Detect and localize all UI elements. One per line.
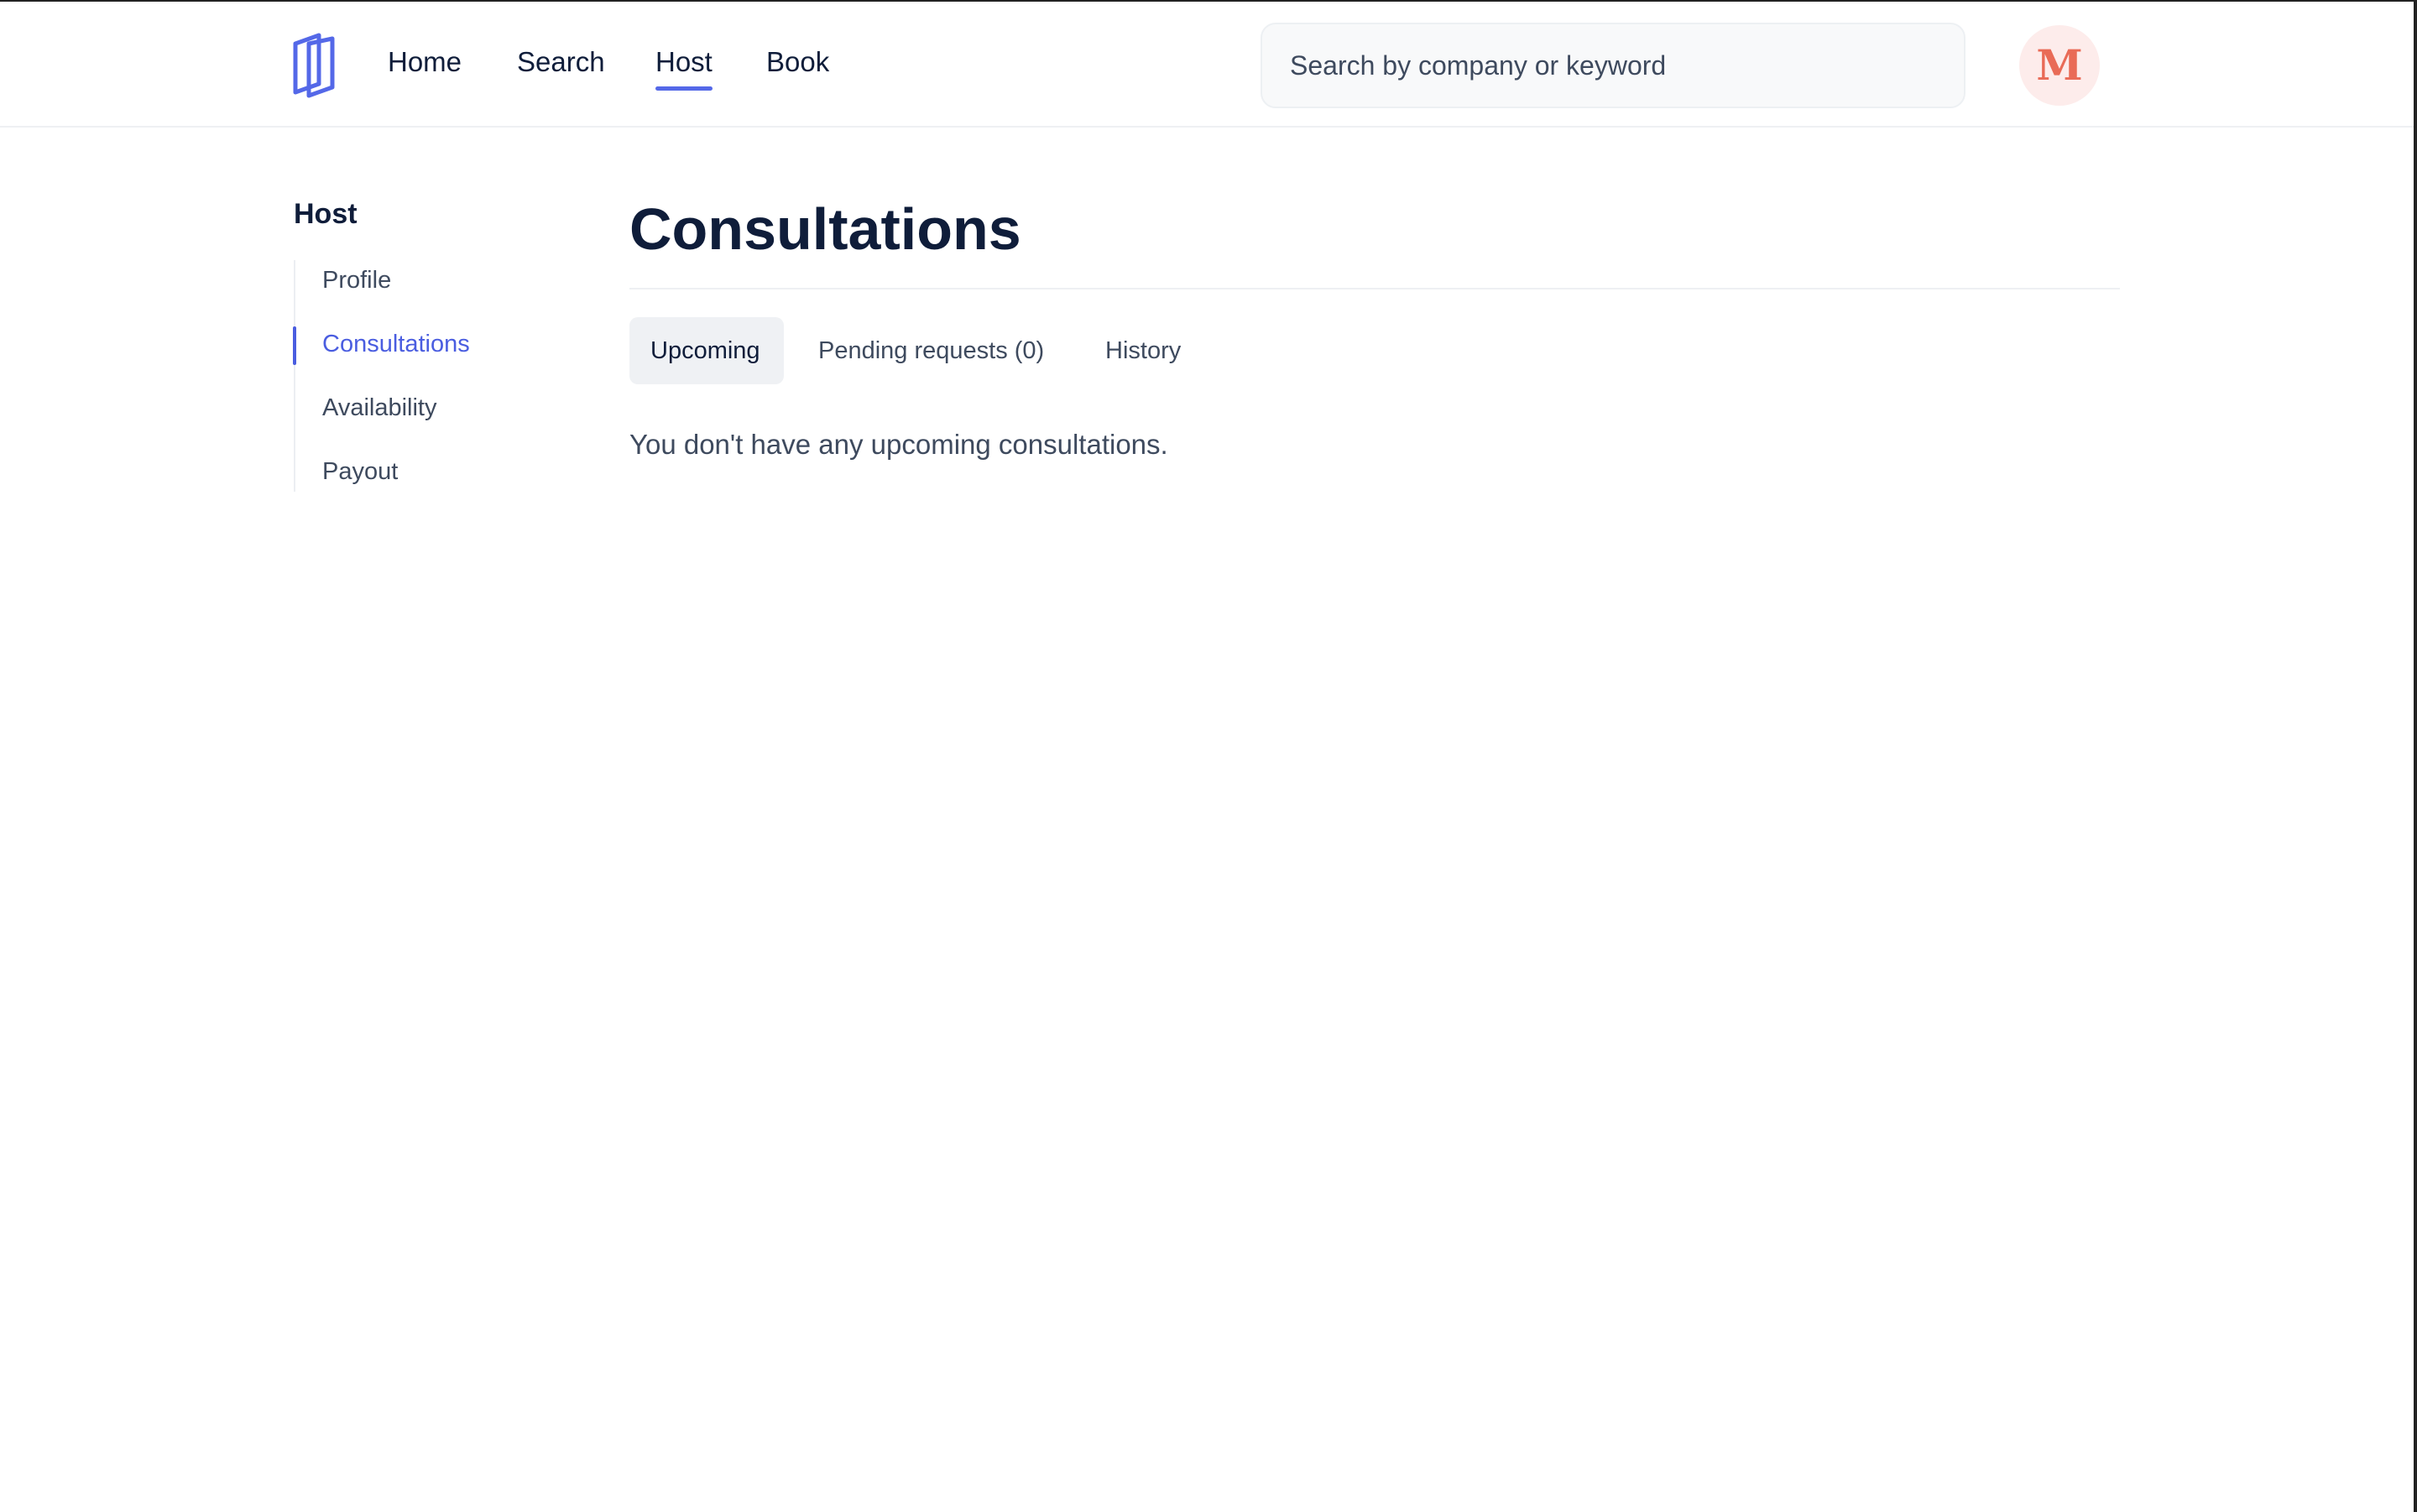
sidebar-item-profile[interactable]: Profile: [322, 263, 391, 297]
empty-state-message: You don't have any upcoming consultation…: [629, 429, 1168, 460]
sidebar-item-consultations[interactable]: Consultations: [322, 327, 470, 361]
sidebar-nav: Profile Consultations Availability Payou…: [293, 260, 562, 492]
page-title: Consultations: [629, 196, 1021, 262]
tab-pending-requests[interactable]: Pending requests (0): [797, 317, 1065, 384]
sidebar-item-payout[interactable]: Payout: [322, 455, 398, 488]
tab-upcoming[interactable]: Upcoming: [629, 317, 784, 384]
nav-book[interactable]: Book: [766, 44, 829, 81]
sidebar-active-indicator: [293, 326, 296, 365]
nav-home[interactable]: Home: [388, 44, 462, 81]
nav-search[interactable]: Search: [517, 44, 605, 81]
avatar-initial: M: [2036, 40, 2083, 90]
book-logo-icon[interactable]: [290, 32, 337, 99]
avatar[interactable]: M: [2019, 25, 2100, 106]
tab-history[interactable]: History: [1084, 317, 1202, 384]
top-header: Home Search Host Book M: [0, 2, 2414, 128]
sidebar-item-availability[interactable]: Availability: [322, 391, 436, 425]
app-window: Home Search Host Book M Host Profile Con…: [0, 0, 2417, 1512]
divider: [629, 288, 2120, 289]
search-box: [1261, 23, 1965, 108]
sidebar-title: Host: [294, 198, 358, 230]
search-input[interactable]: [1262, 24, 1964, 107]
nav-host[interactable]: Host: [655, 44, 713, 91]
